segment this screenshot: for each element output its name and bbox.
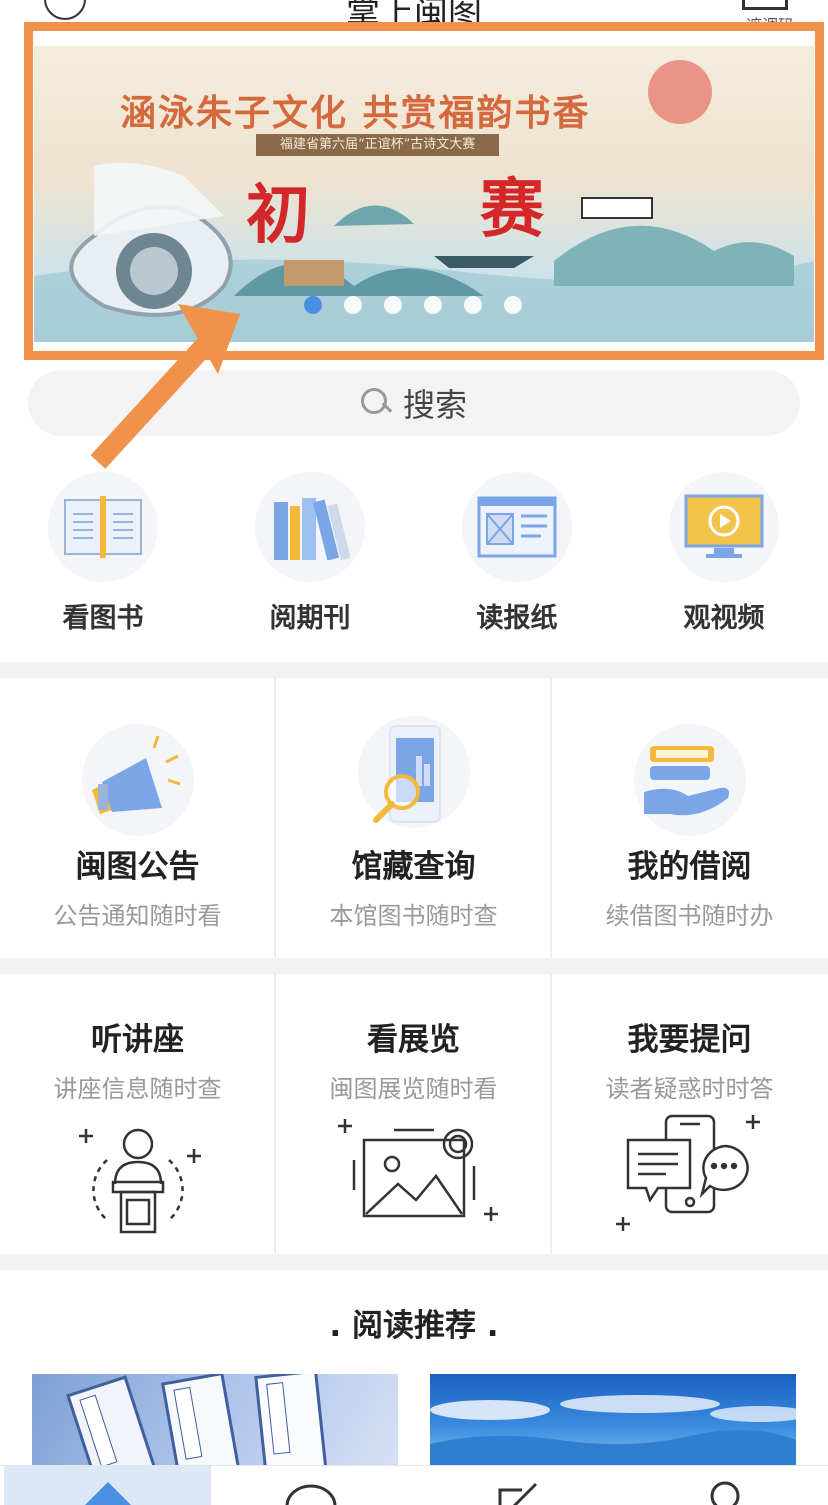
quick-links: 看图书 阅期刊 读报纸 观视频 — [0, 470, 828, 645]
lecturer-icon — [78, 1128, 201, 1234]
edit-icon — [498, 1482, 537, 1505]
service-announcements[interactable]: 闽图公告 公告通知随时看 — [0, 722, 275, 931]
home-icon — [84, 1482, 131, 1505]
recommend-card-seascape[interactable] — [430, 1374, 796, 1470]
tab-messages[interactable] — [207, 1466, 414, 1505]
picture-icon — [337, 1119, 498, 1221]
service-title: 我要提问 — [627, 1022, 752, 1058]
highlight-box — [24, 22, 824, 360]
recommend-card-classics[interactable] — [32, 1374, 398, 1470]
services-row-1: 闽图公告 公告通知随时看 馆藏查询 本馆图书随时查 我的借阅 续借图书随时办 — [0, 678, 828, 958]
quick-link-label: 看图书 — [62, 603, 144, 634]
service-desc: 公告通知随时看 — [53, 902, 222, 930]
user-icon — [710, 1481, 739, 1505]
service-catalog-search[interactable]: 馆藏查询 本馆图书随时查 — [276, 712, 551, 931]
service-desc: 续借图书随时办 — [605, 902, 774, 930]
service-desc: 讲座信息随时查 — [53, 1075, 222, 1103]
magazines-icon — [255, 472, 365, 582]
services-row-2: 听讲座 讲座信息随时查 看展览 闽图展览随时看 我要提问 读者疑惑时时答 — [0, 974, 828, 1254]
service-desc: 读者疑惑时时答 — [605, 1075, 774, 1103]
section-divider — [0, 1254, 828, 1270]
quick-link-videos[interactable]: 观视频 — [624, 472, 824, 635]
search-bar[interactable]: 搜索 — [28, 370, 800, 436]
service-title: 看展览 — [367, 1022, 460, 1058]
section-divider — [0, 662, 828, 678]
quick-link-label: 读报纸 — [476, 603, 558, 634]
service-title: 闽图公告 — [75, 849, 200, 885]
tab-edit[interactable] — [414, 1466, 621, 1505]
video-icon — [669, 472, 779, 582]
hand-book-icon — [633, 724, 746, 836]
message-icon — [285, 1484, 336, 1505]
service-exhibitions[interactable]: 看展览 闽图展览随时看 — [276, 1014, 551, 1244]
service-my-borrowing[interactable]: 我的借阅 续借图书随时办 — [552, 722, 827, 931]
book-icon — [48, 472, 158, 582]
service-title: 听讲座 — [91, 1022, 184, 1058]
seascape-image — [430, 1395, 796, 1470]
search-icon — [360, 388, 391, 418]
tab-home[interactable] — [4, 1466, 211, 1505]
quick-link-label: 观视频 — [683, 603, 765, 634]
chat-phone-icon — [615, 1114, 760, 1231]
quick-link-label: 阅期刊 — [269, 603, 351, 634]
service-title: 我的借阅 — [627, 849, 752, 885]
search-phone-icon — [357, 716, 470, 828]
quick-link-magazines[interactable]: 阅期刊 — [210, 472, 410, 635]
section-divider — [0, 958, 828, 974]
service-ask-question[interactable]: 我要提问 读者疑惑时时答 — [552, 1014, 827, 1244]
quick-link-newspapers[interactable]: 读报纸 — [417, 472, 617, 635]
service-desc: 本馆图书随时查 — [329, 902, 498, 930]
tab-profile[interactable] — [621, 1466, 828, 1505]
service-lectures[interactable]: 听讲座 讲座信息随时查 — [0, 1014, 275, 1244]
bottom-tab-bar — [0, 1465, 828, 1505]
scan-icon[interactable] — [742, 0, 788, 10]
service-desc: 闽图展览随时看 — [329, 1075, 498, 1103]
megaphone-icon — [81, 724, 194, 836]
newspaper-icon — [462, 472, 572, 582]
search-placeholder: 搜索 — [402, 386, 467, 424]
service-title: 馆藏查询 — [351, 849, 476, 885]
book-covers-image — [66, 1374, 330, 1470]
section-title-recommend: . 阅读推荐 . — [329, 1308, 499, 1344]
quick-link-books[interactable]: 看图书 — [3, 472, 203, 635]
